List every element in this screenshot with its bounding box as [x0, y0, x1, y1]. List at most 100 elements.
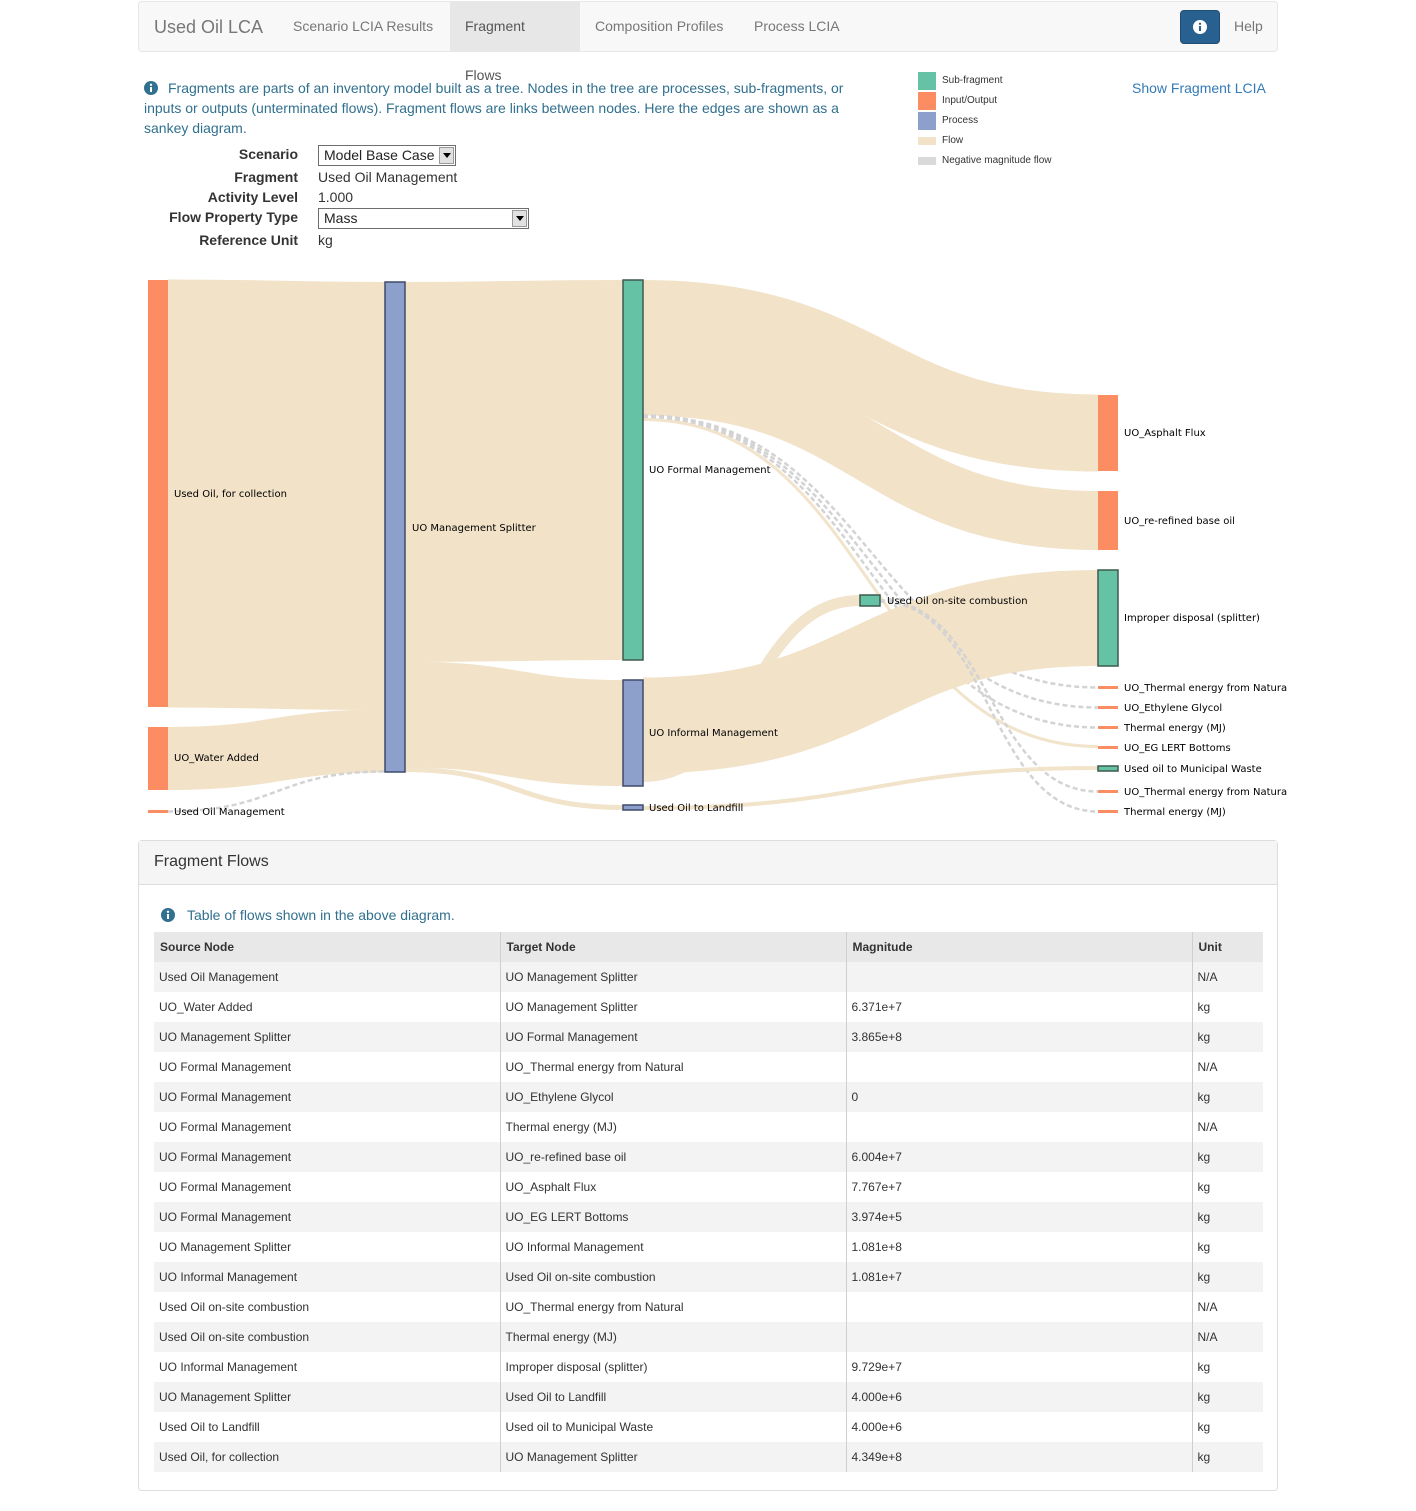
info-button[interactable]	[1180, 10, 1220, 44]
cell-magnitude: 6.371e+7	[846, 992, 1193, 1022]
sankey-node[interactable]	[1098, 706, 1118, 709]
cell-magnitude: 7.767e+7	[846, 1172, 1193, 1202]
table-row: UO Management Splitter Used Oil to Landfi…	[154, 1382, 1263, 1412]
fragment-flows-table: Source Node Target Node Magnitude Unit U…	[154, 932, 1263, 1472]
cell-target-node: UO_re-refined base oil	[500, 1142, 847, 1172]
column-header-unit[interactable]: Unit	[1192, 932, 1263, 962]
app-brand[interactable]: Used Oil LCA	[154, 17, 263, 38]
sankey-node[interactable]	[859, 594, 881, 607]
sankey-node-label: Used Oil to Landfill	[649, 803, 743, 814]
sankey-node-label: UO Management Splitter	[412, 523, 537, 534]
table-row: UO Formal Management UO_Ethylene Glycol 0 k…	[154, 1082, 1263, 1112]
cell-magnitude: 6.004e+7	[846, 1142, 1193, 1172]
sankey-node[interactable]	[1098, 395, 1118, 471]
cell-source-node: UO Formal Management	[154, 1202, 501, 1232]
scenario-select-value: Model Base Case	[324, 147, 435, 163]
fragment-value: Used Oil Management	[318, 169, 458, 185]
cell-source-node: UO Formal Management	[154, 1142, 501, 1172]
sankey-node[interactable]	[384, 281, 406, 773]
cell-target-node: UO Management Splitter	[500, 992, 847, 1022]
sankey-link[interactable]	[404, 661, 624, 786]
sankey-node-label: UO_Ethylene Glycol	[1124, 703, 1222, 714]
cell-target-node: Improper disposal (splitter)	[500, 1352, 847, 1382]
cell-magnitude: 3.865e+8	[846, 1022, 1193, 1052]
info-circle-icon	[144, 81, 158, 95]
tab-fragment-flows[interactable]: Fragment Flows	[450, 2, 580, 83]
cell-unit: kg	[1197, 1450, 1211, 1464]
cell-target-node: UO Formal Management	[500, 1022, 847, 1052]
cell-target-node: UO_Thermal energy from Natural	[500, 1292, 847, 1322]
legend-swatch	[918, 112, 936, 130]
sankey-node[interactable]	[1098, 746, 1118, 749]
sankey-node[interactable]	[148, 810, 168, 813]
sankey-link[interactable]	[642, 570, 1099, 774]
cell-unit: kg	[1197, 1210, 1211, 1224]
column-header-source[interactable]: Source Node	[154, 932, 501, 962]
tab-composition-profiles[interactable]: Composition Profiles	[580, 2, 738, 51]
table-row: UO Formal Management UO_re-refined base o…	[154, 1142, 1263, 1172]
sankey-link[interactable]	[642, 766, 1099, 810]
cell-source-node: Used Oil on-site combustion	[154, 1292, 501, 1322]
cell-source-node: UO Informal Management	[154, 1262, 501, 1292]
sankey-node[interactable]	[622, 804, 644, 811]
sankey-node[interactable]	[1097, 569, 1119, 667]
table-row: Used Oil to Landfill Used oil to Municipa…	[154, 1412, 1263, 1442]
sankey-node-label: Used Oil on-site combustion	[887, 596, 1028, 607]
table-row: UO Informal Management Used Oil on-site c…	[154, 1262, 1263, 1292]
panel-title: Fragment Flows	[139, 841, 1277, 885]
cell-magnitude: 4.349e+8	[846, 1442, 1193, 1472]
cell-target-node: UO Informal Management	[500, 1232, 847, 1262]
legend-swatch	[918, 137, 936, 145]
intro-alert: Fragments are parts of an inventory mode…	[144, 78, 874, 138]
sankey-node[interactable]	[1098, 726, 1118, 729]
sankey-node[interactable]	[1097, 765, 1119, 772]
column-header-target[interactable]: Target Node	[500, 932, 847, 962]
intro-text: Fragments are parts of an inventory mode…	[144, 80, 844, 136]
sankey-link[interactable]	[404, 280, 624, 662]
cell-unit: kg	[1197, 1150, 1211, 1164]
show-fragment-lcia-link[interactable]: Show Fragment LCIA	[1132, 80, 1266, 96]
tab-process-lcia[interactable]: Process LCIA	[739, 2, 855, 51]
sankey-node-label: UO_Thermal energy from Natura	[1124, 787, 1287, 798]
column-header-magnitude[interactable]: Magnitude	[846, 932, 1193, 962]
sankey-node[interactable]	[1098, 810, 1118, 813]
sankey-node-label: UO_Asphalt Flux	[1124, 428, 1206, 439]
table-row: UO_Water Added UO Management Splitter 6.37…	[154, 992, 1263, 1022]
table-row: UO Formal Management UO_Thermal energy fr…	[154, 1052, 1263, 1082]
cell-source-node: Used Oil Management	[154, 962, 501, 992]
activity-level-value: 1.000	[318, 189, 354, 205]
sankey-node-label: Used Oil Management	[174, 807, 285, 818]
cell-source-node: UO Management Splitter	[154, 1382, 501, 1412]
table-note-text: Table of flows shown in the above diagra…	[187, 907, 455, 923]
table-note: Table of flows shown in the above diagra…	[161, 907, 455, 923]
table-header-row: Source Node Target Node Magnitude Unit	[154, 932, 1263, 962]
cell-magnitude: 4.000e+6	[846, 1382, 1193, 1412]
cell-unit: N/A	[1197, 1060, 1218, 1074]
help-link[interactable]: Help	[1234, 2, 1263, 51]
flow-property-select[interactable]: Mass	[318, 208, 529, 229]
sankey-node[interactable]	[622, 679, 644, 787]
cell-source-node: UO_Water Added	[154, 992, 501, 1022]
sankey-node[interactable]	[148, 727, 168, 790]
sankey-node-label: Thermal energy (MJ)	[1123, 807, 1226, 818]
sankey-node-label: Improper disposal (splitter)	[1124, 613, 1260, 624]
scenario-select[interactable]: Model Base Case	[318, 145, 456, 166]
sankey-node[interactable]	[1098, 790, 1118, 793]
sankey-node-label: UO_EG LERT Bottoms	[1124, 743, 1231, 754]
sankey-node[interactable]	[622, 279, 644, 661]
cell-magnitude	[846, 1322, 1193, 1352]
cell-unit: kg	[1197, 1180, 1211, 1194]
sankey-node[interactable]	[1098, 491, 1118, 550]
sankey-node[interactable]	[148, 280, 168, 707]
activity-level-label: Activity Level	[207, 189, 298, 205]
cell-target-node: UO_Asphalt Flux	[500, 1172, 847, 1202]
tab-scenario-lcia-results[interactable]: Scenario LCIA Results	[278, 2, 448, 51]
cell-magnitude	[846, 1292, 1193, 1322]
table-row: Used Oil on-site combustion UO_Thermal en…	[154, 1292, 1263, 1322]
sankey-node[interactable]	[1098, 686, 1118, 689]
table-row: UO Informal Management Improper disposal …	[154, 1352, 1263, 1382]
cell-source-node: UO Formal Management	[154, 1082, 501, 1112]
flow-property-type-label: Flow Property Type	[169, 209, 298, 225]
cell-unit: N/A	[1197, 1300, 1218, 1314]
cell-source-node: Used Oil on-site combustion	[154, 1322, 501, 1352]
